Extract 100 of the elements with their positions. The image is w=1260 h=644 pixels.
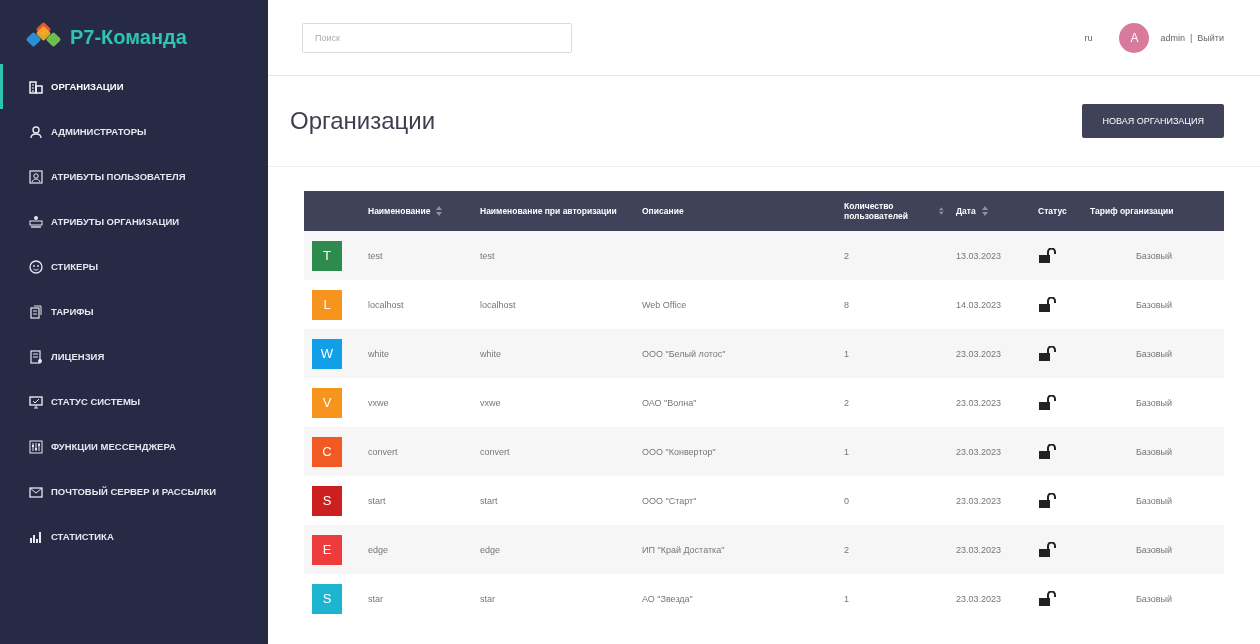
column-header: Статус xyxy=(1032,191,1084,231)
sidebar-item[interactable]: ЛИЦЕНЗИЯ xyxy=(0,334,268,379)
table-cell: АО "Звезда" xyxy=(636,574,838,623)
table-cell: edge xyxy=(474,525,636,574)
smiley-icon xyxy=(29,259,43,274)
unlocked-lock-icon[interactable] xyxy=(1038,492,1056,509)
unlocked-lock-icon[interactable] xyxy=(1038,247,1056,264)
column-header: Наименование при авторизации xyxy=(474,191,636,231)
organization-avatar: S xyxy=(312,583,342,614)
column-header[interactable]: Дата xyxy=(950,191,1032,231)
building-icon xyxy=(29,79,43,94)
organization-avatar: S xyxy=(312,485,342,516)
sidebar-item[interactable]: АДМИНИСТРАТОРЫ xyxy=(0,109,268,154)
unlocked-lock-icon[interactable] xyxy=(1038,345,1056,362)
table-cell: convert xyxy=(362,427,474,476)
organization-icon xyxy=(29,214,43,229)
sidebar-item[interactable]: СТИКЕРЫ xyxy=(0,244,268,289)
monitor-icon xyxy=(29,394,43,409)
table-cell: 1 xyxy=(838,427,950,476)
table-cell: ОАО "Волна" xyxy=(636,378,838,427)
table-cell: star xyxy=(474,574,636,623)
new-organization-button[interactable]: НОВАЯ ОРГАНИЗАЦИЯ xyxy=(1082,104,1224,138)
table-cell: 13.03.2023 xyxy=(950,231,1032,280)
sliders-icon xyxy=(29,439,43,454)
organization-avatar: W xyxy=(312,338,342,369)
column-header: Тариф организации xyxy=(1084,191,1224,231)
sidebar-item[interactable]: ФУНКЦИИ МЕССЕНДЖЕРА xyxy=(0,424,268,469)
table-cell: Базовый xyxy=(1084,427,1224,476)
table-cell: 14.03.2023 xyxy=(950,280,1032,329)
sort-icon xyxy=(981,205,988,217)
table-cell: start xyxy=(474,476,636,525)
organization-avatar: C xyxy=(312,436,342,467)
table-cell: Базовый xyxy=(1084,329,1224,378)
license-icon xyxy=(29,349,43,364)
table-cell: ООО "Конвертор" xyxy=(636,427,838,476)
table-cell: vxwe xyxy=(474,378,636,427)
table-cell: ООО "Белый лотос" xyxy=(636,329,838,378)
table-cell: localhost xyxy=(362,280,474,329)
mail-icon xyxy=(29,484,43,499)
table-cell: 23.03.2023 xyxy=(950,525,1032,574)
table-cell: ИП "Край Достатка" xyxy=(636,525,838,574)
organization-avatar: L xyxy=(312,289,342,320)
table-cell: localhost xyxy=(474,280,636,329)
user-name: admin xyxy=(1160,32,1185,43)
sidebar-item[interactable]: ПОЧТОВЫЙ СЕРВЕР И РАССЫЛКИ xyxy=(0,469,268,514)
table-cell: 23.03.2023 xyxy=(950,427,1032,476)
table-cell: vxwe xyxy=(362,378,474,427)
table-cell: test xyxy=(362,231,474,280)
table-cell: convert xyxy=(474,427,636,476)
table-cell: 1 xyxy=(838,329,950,378)
table-cell: 23.03.2023 xyxy=(950,476,1032,525)
bar-chart-icon xyxy=(29,529,43,544)
sort-icon xyxy=(939,205,944,217)
table-cell: white xyxy=(474,329,636,378)
sort-icon xyxy=(436,205,443,217)
table-cell: 2 xyxy=(838,231,950,280)
table-cell: Базовый xyxy=(1084,525,1224,574)
table-cell: edge xyxy=(362,525,474,574)
column-header[interactable]: Количество пользователей xyxy=(838,191,950,231)
table-cell: 2 xyxy=(838,525,950,574)
table-cell: Базовый xyxy=(1084,574,1224,623)
separator-text: | xyxy=(1190,32,1193,43)
user-card-icon xyxy=(29,169,43,184)
document-icon xyxy=(29,304,43,319)
unlocked-lock-icon[interactable] xyxy=(1038,394,1056,411)
organization-avatar: T xyxy=(312,240,342,271)
table-cell: 23.03.2023 xyxy=(950,329,1032,378)
table-cell: Базовый xyxy=(1084,231,1224,280)
table-cell: Web Office xyxy=(636,280,838,329)
column-header[interactable]: Наименование xyxy=(362,191,474,231)
unlocked-lock-icon[interactable] xyxy=(1038,541,1056,558)
organization-avatar: V xyxy=(312,387,342,418)
table-cell: start xyxy=(362,476,474,525)
unlocked-lock-icon[interactable] xyxy=(1038,296,1056,313)
sidebar-item[interactable]: СТАТУС СИСТЕМЫ xyxy=(0,379,268,424)
search-field[interactable]: Поиск xyxy=(302,22,572,53)
language-link[interactable]: ru xyxy=(1084,32,1093,43)
unlocked-lock-icon[interactable] xyxy=(1038,443,1056,460)
table-cell: 23.03.2023 xyxy=(950,574,1032,623)
sidebar-item[interactable]: ТАРИФЫ xyxy=(0,289,268,334)
table-cell: white xyxy=(362,329,474,378)
table-cell: Базовый xyxy=(1084,476,1224,525)
app-logo: Р7-Команда xyxy=(70,25,187,49)
table-cell: 8 xyxy=(838,280,950,329)
table-cell: 1 xyxy=(838,574,950,623)
person-icon xyxy=(29,124,43,139)
table-cell: Базовый xyxy=(1084,378,1224,427)
logout-link[interactable]: Выйти xyxy=(1197,32,1224,43)
table-cell: test xyxy=(474,231,636,280)
sidebar-item[interactable]: СТАТИСТИКА xyxy=(0,514,268,559)
table-cell: 0 xyxy=(838,476,950,525)
table-cell: star xyxy=(362,574,474,623)
sidebar-item[interactable]: АТРИБУТЫ ОРГАНИЗАЦИИ xyxy=(0,199,268,244)
sidebar-item[interactable]: АТРИБУТЫ ПОЛЬЗОВАТЕЛЯ xyxy=(0,154,268,199)
unlocked-lock-icon[interactable] xyxy=(1038,590,1056,607)
table-cell: 23.03.2023 xyxy=(950,378,1032,427)
page-title: Организации xyxy=(290,107,436,135)
table-cell: 2 xyxy=(838,378,950,427)
table-cell: ООО "Старт" xyxy=(636,476,838,525)
organization-avatar: E xyxy=(312,534,342,565)
